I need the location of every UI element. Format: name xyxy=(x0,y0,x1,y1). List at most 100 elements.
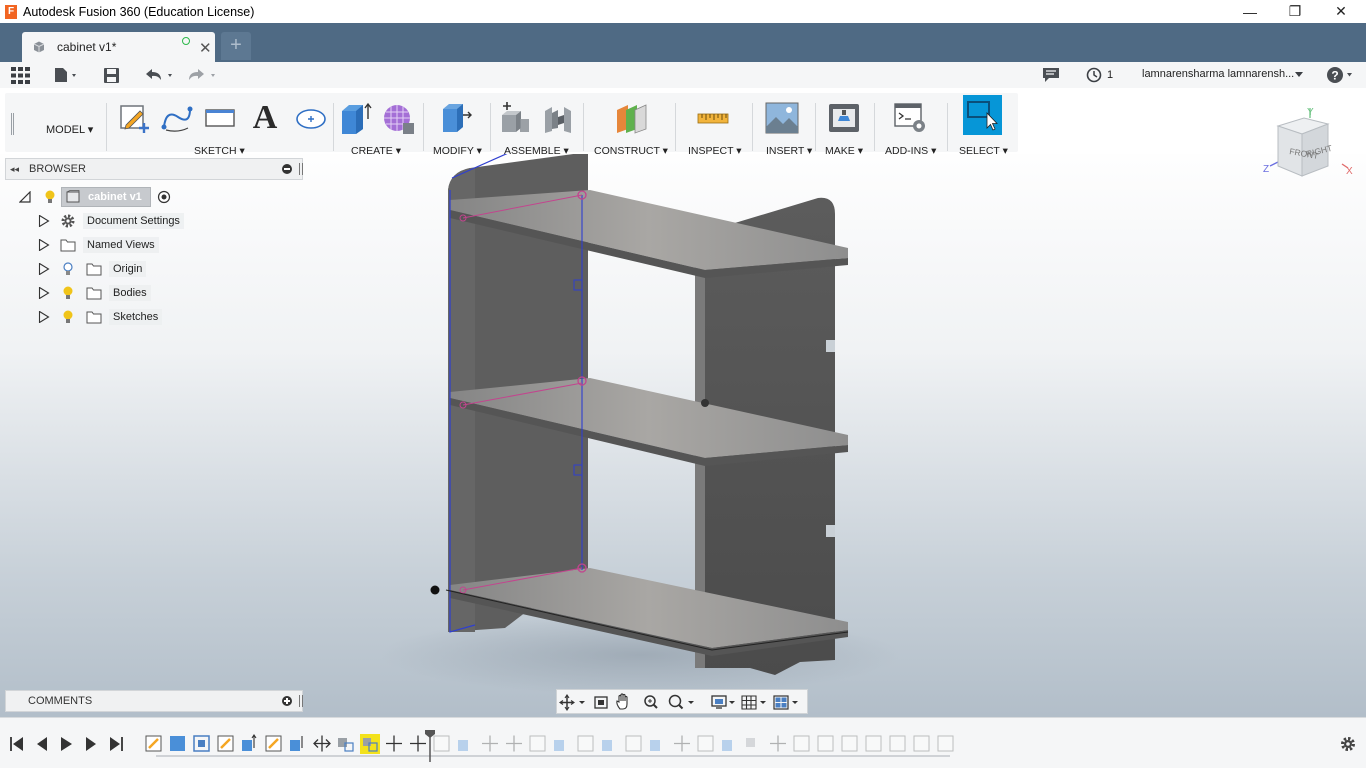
title-bar: F Autodesk Fusion 360 (Education License… xyxy=(0,0,1366,23)
expand-arrow-icon[interactable] xyxy=(19,191,31,203)
browser-item-document-settings[interactable]: Document Settings xyxy=(38,210,184,232)
visibility-bulb-off-icon[interactable] xyxy=(62,262,74,276)
save-icon[interactable] xyxy=(103,65,120,85)
comments-toggle-icon[interactable] xyxy=(1042,65,1060,85)
ribbon-divider xyxy=(423,103,424,151)
orbit-icon[interactable] xyxy=(559,694,585,711)
3d-print-icon[interactable] xyxy=(827,101,861,135)
undo-icon[interactable] xyxy=(143,65,175,85)
minimize-button[interactable]: — xyxy=(1227,0,1273,23)
close-button[interactable]: ✕ xyxy=(1318,0,1364,23)
extrude-icon[interactable] xyxy=(339,101,373,135)
cabinet-model[interactable] xyxy=(0,154,1366,717)
timeline-features[interactable] xyxy=(145,734,954,754)
timeline-step-forward-icon[interactable] xyxy=(86,737,96,751)
timeline-go-to-start-icon[interactable] xyxy=(10,737,23,751)
visibility-bulb-icon[interactable] xyxy=(44,190,56,204)
collapse-browser-icon[interactable]: ◂◂ xyxy=(10,164,19,175)
viewports-icon[interactable] xyxy=(773,695,798,710)
restore-button[interactable]: ❐ xyxy=(1272,0,1318,23)
timeline-go-to-end-icon[interactable] xyxy=(110,737,123,751)
timeline-bar xyxy=(0,717,1366,768)
job-count: 1 xyxy=(1107,69,1114,81)
visibility-bulb-icon[interactable] xyxy=(62,286,74,300)
canvas-viewport[interactable] xyxy=(0,154,1366,717)
circle-icon[interactable] xyxy=(294,101,328,135)
browser-minimize-icon[interactable] xyxy=(282,164,292,174)
gear-icon xyxy=(61,214,75,228)
zoom-icon[interactable] xyxy=(644,695,658,709)
rectangle-icon[interactable] xyxy=(203,101,237,135)
create-sketch-icon[interactable] xyxy=(118,101,152,135)
browser-item-named-views[interactable]: Named Views xyxy=(38,234,159,256)
new-component-icon[interactable] xyxy=(499,101,533,135)
expand-arrow-icon[interactable] xyxy=(38,311,50,323)
browser-root-item[interactable]: cabinet v1 xyxy=(19,186,171,208)
timeline-settings-gear-icon[interactable] xyxy=(1341,737,1355,751)
job-status-icon[interactable]: 1 xyxy=(1086,65,1113,85)
ribbon-divider xyxy=(106,103,107,151)
select-icon xyxy=(967,101,998,131)
text-tool-icon[interactable]: A xyxy=(248,101,282,135)
scripts-addins-icon[interactable] xyxy=(893,101,927,135)
browser-item-label: Bodies xyxy=(109,285,151,301)
look-at-icon[interactable] xyxy=(594,696,608,709)
pan-hand-icon[interactable] xyxy=(616,693,628,710)
browser-pin-icon[interactable] xyxy=(299,163,303,175)
file-menu-icon[interactable] xyxy=(54,65,80,85)
comments-pin-icon[interactable] xyxy=(299,695,303,707)
tab-cabinet[interactable]: cabinet v1* ✕ xyxy=(22,32,215,62)
ribbon-divider xyxy=(333,103,334,151)
quick-access-toolbar: 1 lamnarensharma lamnarensh... ? xyxy=(0,62,1366,88)
component-icon xyxy=(33,41,45,53)
add-comment-icon[interactable] xyxy=(282,696,292,706)
help-icon[interactable]: ? xyxy=(1326,65,1354,85)
timeline-play-icon[interactable] xyxy=(61,737,72,751)
display-settings-icon[interactable] xyxy=(711,695,735,709)
axis-z-label: Z xyxy=(1263,164,1269,175)
browser-panel-header[interactable]: ◂◂ BROWSER xyxy=(5,158,303,180)
insert-canvas-icon[interactable] xyxy=(765,101,799,135)
browser-item-label: Document Settings xyxy=(83,213,184,229)
browser-item-label: Sketches xyxy=(109,309,163,325)
visibility-bulb-icon[interactable] xyxy=(62,310,74,324)
new-tab-button[interactable]: + xyxy=(221,32,251,60)
create-form-icon[interactable] xyxy=(381,101,415,135)
user-account-menu[interactable]: lamnarensharma lamnarensh... xyxy=(1142,68,1294,80)
view-cube[interactable]: FRONT RIGHT Y Z X xyxy=(1262,104,1357,184)
comments-panel-header[interactable]: COMMENTS xyxy=(5,690,303,712)
browser-item-bodies[interactable]: Bodies xyxy=(38,282,151,304)
redo-icon[interactable] xyxy=(187,65,219,85)
expand-arrow-icon[interactable] xyxy=(38,239,50,251)
user-dropdown-caret-icon[interactable] xyxy=(1295,65,1303,85)
workspace-switcher[interactable]: MODEL ▾ xyxy=(46,123,93,136)
data-panel-grid-icon[interactable] xyxy=(11,65,30,85)
fusion-logo-icon: F xyxy=(5,4,17,19)
timeline-step-back-icon[interactable] xyxy=(37,737,47,751)
ribbon-divider xyxy=(490,103,491,151)
expand-arrow-icon[interactable] xyxy=(38,263,50,275)
select-tool-button[interactable] xyxy=(963,95,1002,135)
activate-component-icon[interactable] xyxy=(157,190,171,204)
close-tab-icon[interactable]: ✕ xyxy=(199,39,212,57)
joint-icon[interactable] xyxy=(542,101,576,135)
ribbon-divider xyxy=(583,103,584,151)
browser-item-sketches[interactable]: Sketches xyxy=(38,306,163,328)
offset-plane-icon[interactable] xyxy=(614,101,648,135)
expand-arrow-icon[interactable] xyxy=(38,215,50,227)
grid-settings-icon[interactable] xyxy=(741,695,766,710)
window-title: Autodesk Fusion 360 (Education License) xyxy=(23,4,255,19)
measure-icon[interactable] xyxy=(696,101,730,135)
expand-arrow-icon[interactable] xyxy=(38,287,50,299)
press-pull-icon[interactable] xyxy=(439,101,473,135)
browser-item-origin[interactable]: Origin xyxy=(38,258,147,280)
document-tab-bar: cabinet v1* ✕ + xyxy=(0,23,1366,62)
comments-title: COMMENTS xyxy=(28,695,93,707)
workspace-label: MODEL xyxy=(46,124,85,136)
ribbon-divider xyxy=(947,103,948,151)
zoom-window-icon[interactable] xyxy=(668,694,695,710)
panel-grip-icon[interactable] xyxy=(11,113,14,135)
folder-icon xyxy=(86,263,102,276)
folder-icon xyxy=(86,311,102,324)
spline-icon[interactable] xyxy=(160,101,194,135)
